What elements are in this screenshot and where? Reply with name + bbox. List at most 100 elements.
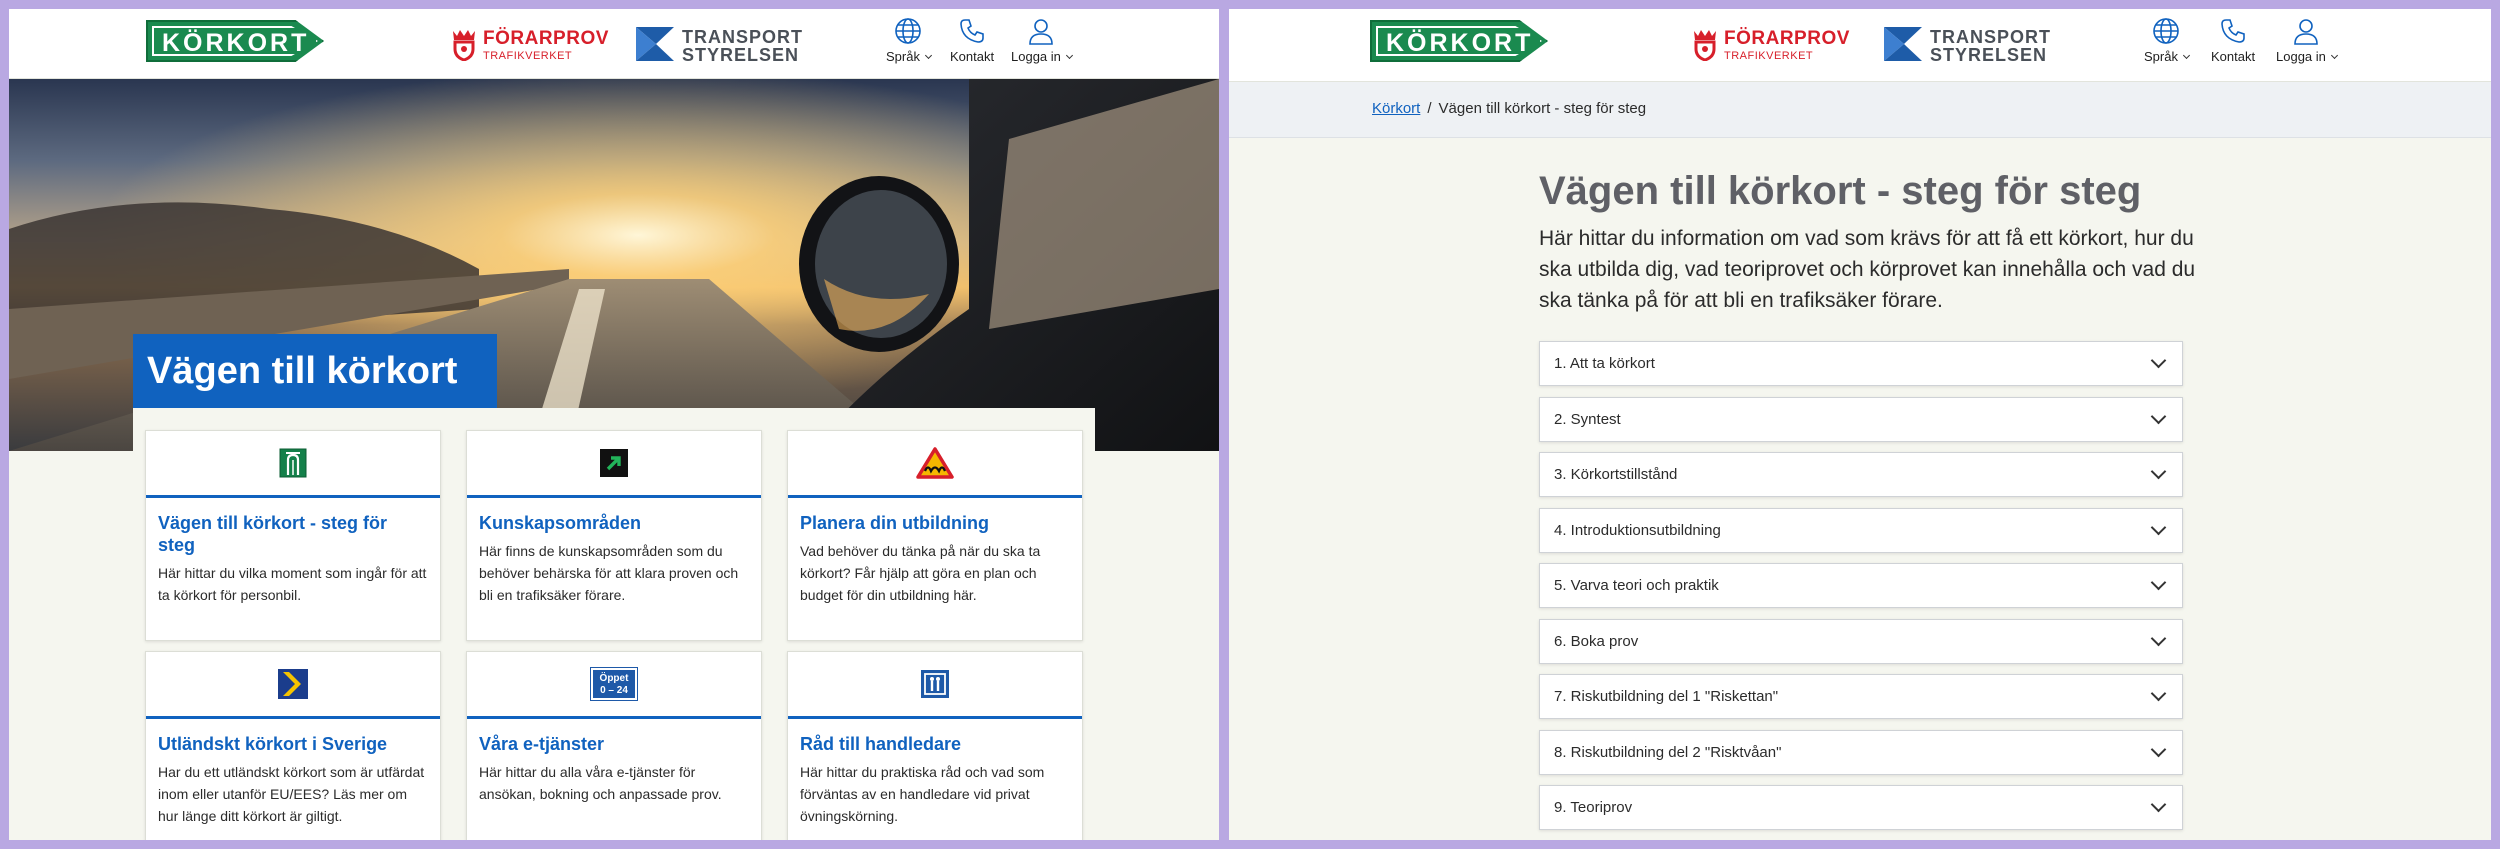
accordion-item-1[interactable]: 1. Att ta körkort	[1539, 341, 2183, 386]
breadcrumb-home-link[interactable]: Körkort	[1372, 100, 1420, 117]
accordion-label: 1. Att ta körkort	[1554, 355, 1655, 372]
card-utlandskt-korkort[interactable]: Utländskt körkort i Sverige Har du ett u…	[145, 651, 441, 840]
site-header: KÖRKORT FÖRARPROV TRAFIKVERKET TRANSPORT…	[1229, 9, 2491, 82]
transportstyrelsen-logo[interactable]: TRANSPORT STYRELSEN	[636, 25, 802, 65]
page-title: Vägen till körkort - steg för steg	[1539, 169, 2142, 213]
card-title: Råd till handledare	[800, 734, 962, 754]
globe-icon	[895, 18, 922, 44]
chevron-down-icon	[2150, 352, 2167, 369]
open-24-sign-icon: Öppet 0 – 24	[590, 667, 638, 701]
card-text: Här hittar du alla våra e-tjänster för a…	[479, 764, 722, 802]
korkort-logo-text: KÖRKORT	[1386, 29, 1534, 57]
accordion-label: 2. Syntest	[1554, 410, 1621, 428]
card-title: Utländskt körkort i Sverige	[158, 734, 388, 754]
login-label: Logga in	[1011, 49, 1061, 64]
green-arrow-sign-icon	[600, 449, 628, 477]
accordion-item-4[interactable]: 4. Introduktionsutbildning	[1539, 507, 2183, 553]
card-title: Vägen till körkort - steg för steg	[158, 513, 388, 555]
accordion-item-9[interactable]: 9. Teoriprov	[1539, 785, 2183, 830]
transportstyrelsen-line2: STYRELSEN	[1930, 45, 2048, 65]
open-sign-line2: 0 – 24	[600, 685, 628, 696]
chevron-down-icon	[2150, 574, 2167, 591]
accordion-label: 4. Introduktionsutbildning	[1554, 521, 1721, 539]
chevron-down-icon	[2330, 51, 2338, 59]
card-rad-till-handledare[interactable]: Råd till handledare Här hittar du prakti…	[787, 651, 1083, 840]
user-icon	[1029, 19, 1054, 45]
forarprov-logo[interactable]: FÖRARPROV TRAFIKVERKET	[450, 25, 608, 65]
transportstyrelsen-line2: STYRELSEN	[682, 45, 800, 65]
card-title: Våra e-tjänster	[479, 734, 605, 754]
korkort-logo-text: KÖRKORT	[162, 29, 310, 57]
accordion-label: 9. Teoriprov	[1554, 799, 1633, 816]
card-text: Här hittar du praktiska råd och vad som …	[800, 764, 1045, 824]
language-menu[interactable]: Språk	[886, 17, 933, 64]
accordion-label: 7. Riskutbildning del 1 "Riskettan"	[1554, 688, 1779, 705]
chevron-down-icon	[2150, 463, 2167, 480]
motorway-sign-icon	[279, 448, 307, 478]
phone-icon	[2221, 19, 2245, 43]
hero-title-text: Vägen till körkort	[147, 350, 458, 392]
open-sign-line1: Öppet	[599, 673, 629, 684]
chevron-down-icon	[2182, 51, 2191, 59]
login-menu[interactable]: Logga in	[2276, 17, 2338, 64]
language-label: Språk	[2144, 49, 2178, 64]
accordion-item-3[interactable]: 3. Körkortstillstånd	[1539, 452, 2183, 497]
contact-link[interactable]: Kontakt	[2211, 17, 2255, 64]
right-page: KÖRKORT FÖRARPROV TRAFIKVERKET TRANSPORT…	[1229, 9, 2491, 840]
chevron-down-icon	[2150, 796, 2167, 813]
forarprov-sub: TRAFIKVERKET	[1724, 50, 1814, 62]
breadcrumb-separator: /	[1427, 100, 1432, 117]
user-icon	[2294, 19, 2319, 45]
breadcrumb-current: Vägen till körkort - steg för steg	[1438, 100, 1647, 117]
accordion-item-8[interactable]: 8. Riskutbildning del 2 "Risktvåan"	[1539, 729, 2183, 775]
accordion-label: 6. Boka prov	[1554, 632, 1639, 650]
accordion-label: 8. Riskutbildning del 2 "Risktvåan"	[1554, 743, 1782, 761]
priority-road-sign-icon	[278, 669, 308, 699]
login-menu[interactable]: Logga in	[1011, 17, 1073, 64]
accordion-item-7[interactable]: 7. Riskutbildning del 1 "Riskettan"	[1539, 674, 2183, 719]
card-planera-utbildning[interactable]: Planera din utbildning Vad behöver du tä…	[787, 430, 1083, 641]
left-page: KÖRKORT FÖRARPROV TRAFIKVERKET TRANSPORT…	[9, 9, 1219, 840]
accordion-item-5[interactable]: 5. Varva teori och praktik	[1539, 563, 2183, 608]
accordion-label: 3. Körkortstillstånd	[1554, 466, 1678, 483]
phone-icon	[960, 19, 984, 43]
chevron-down-icon	[2150, 519, 2167, 535]
language-menu[interactable]: Språk	[2144, 17, 2191, 64]
breadcrumb: Körkort / Vägen till körkort - steg för …	[1229, 82, 2491, 138]
chevron-down-icon	[2150, 741, 2167, 757]
globe-icon	[2153, 18, 2180, 44]
card-steg-for-steg[interactable]: Vägen till körkort - steg för steg Här h…	[145, 430, 441, 641]
pedestrian-sign-icon	[921, 670, 949, 698]
card-text: Här finns de kunskapsområden som du behö…	[479, 543, 739, 603]
transportstyrelsen-logo[interactable]: TRANSPORT STYRELSEN	[1884, 25, 2050, 65]
chevron-down-icon	[2150, 685, 2167, 702]
card-kunskapsomraden[interactable]: Kunskapsområden Här finns de kunskapsomr…	[466, 430, 762, 641]
card-title: Kunskapsområden	[479, 513, 642, 533]
login-label: Logga in	[2276, 49, 2326, 64]
chevron-down-icon	[2150, 408, 2167, 424]
korkort-logo[interactable]: KÖRKORT	[1370, 20, 1548, 62]
forarprov-name: FÖRARPROV	[1724, 28, 1850, 49]
chevron-down-icon	[924, 51, 933, 59]
steps-accordion: 1. Att ta körkort 2. Syntest 3. Körkorts…	[1539, 341, 2183, 840]
contact-link[interactable]: Kontakt	[950, 17, 994, 64]
chevron-down-icon	[2150, 630, 2167, 646]
korkort-logo[interactable]: KÖRKORT	[146, 20, 324, 62]
contact-label: Kontakt	[950, 49, 995, 64]
card-e-tjanster[interactable]: Öppet 0 – 24 Våra e-tjänster Här hittar …	[466, 651, 762, 840]
card-text: Har du ett utländskt körkort som är utfä…	[158, 764, 425, 824]
transportstyrelsen-mark-icon	[636, 27, 674, 61]
forarprov-logo[interactable]: FÖRARPROV TRAFIKVERKET	[1691, 25, 1849, 65]
language-label: Språk	[886, 49, 920, 64]
warning-bumpy-road-icon	[916, 447, 954, 479]
transportstyrelsen-mark-icon	[1884, 27, 1922, 61]
card-text: Vad behöver du tänka på när du ska ta kö…	[800, 543, 1041, 603]
hero-title: Vägen till körkort	[133, 334, 497, 408]
contact-label: Kontakt	[2211, 49, 2256, 64]
chevron-down-icon	[1065, 51, 1073, 59]
accordion-label: 5. Varva teori och praktik	[1554, 577, 1719, 594]
accordion-item-2[interactable]: 2. Syntest	[1539, 396, 2183, 442]
card-text: Här hittar du vilka moment som ingår för…	[158, 565, 427, 603]
crown-shield-icon	[1694, 30, 1716, 61]
accordion-item-6[interactable]: 6. Boka prov	[1539, 618, 2183, 664]
